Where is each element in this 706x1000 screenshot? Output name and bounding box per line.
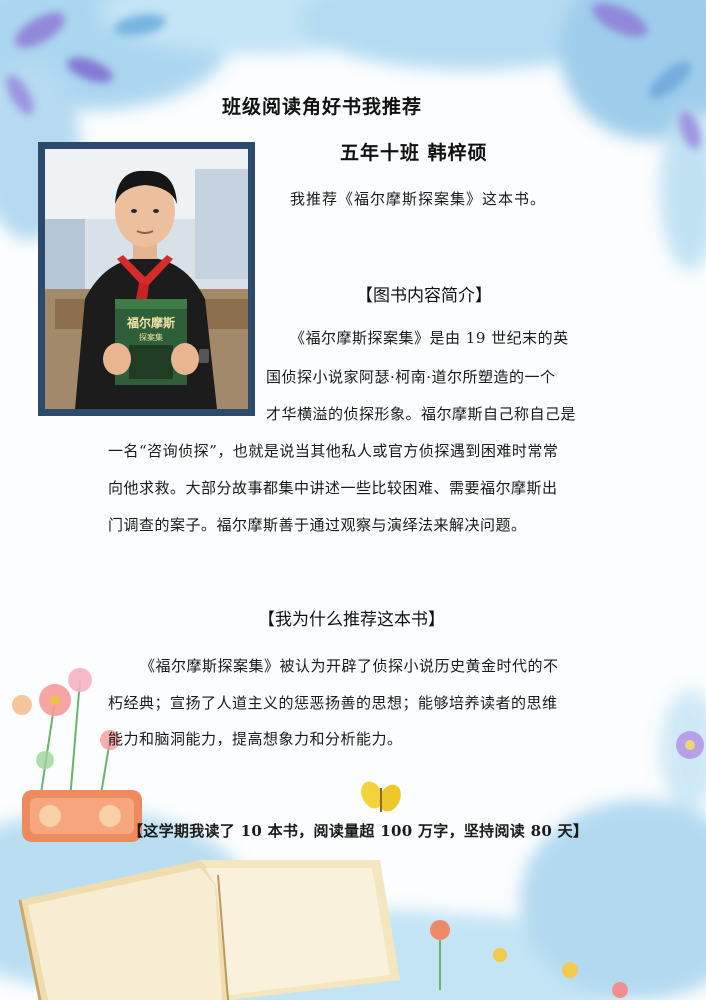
intro-line-1: 《福尔摩斯探案集》是由 19 世纪末的英 bbox=[290, 329, 569, 347]
why-line-1: 《福尔摩斯探案集》被认为开辟了侦探小说历史黄金时代的不 bbox=[140, 657, 559, 675]
reading-stats: 【这学期我读了 10 本书，阅读量超 100 万字，坚持阅读 80 天】 bbox=[128, 822, 589, 840]
why-line-2: 朽经典；宣扬了人道主义的惩恶扬善的思想；能够培养读者的思维 bbox=[108, 694, 558, 712]
why-line-3: 能力和脑洞能力，提高想象力和分析能力。 bbox=[108, 730, 403, 748]
intro-line-5: 向他求救。大部分故事都集中讲述一些比较困难、需要福尔摩斯出 bbox=[108, 479, 558, 497]
book-cover-title: 福尔摩斯 bbox=[126, 315, 175, 330]
intro-line-3: 才华横溢的侦探形象。福尔摩斯自己称自己是 bbox=[266, 405, 577, 423]
student-photo: 福尔摩斯 探案集 bbox=[38, 142, 255, 416]
intro-line-2: 国侦探小说家阿瑟·柯南·道尔所塑造的一个 bbox=[266, 368, 556, 386]
recommend-sentence: 我推荐《福尔摩斯探案集》这本书。 bbox=[290, 190, 547, 208]
student-photo-illustration: 福尔摩斯 探案集 bbox=[45, 149, 248, 409]
intro-line-4: 一名“咨询侦探”，也就是说当其他私人或官方侦探遇到困难时常常 bbox=[108, 442, 559, 460]
section-heading-intro: 【图书内容简介】 bbox=[356, 286, 492, 306]
page-title: 班级阅读角好书我推荐 bbox=[222, 96, 423, 118]
section-heading-why: 【我为什么推荐这本书】 bbox=[258, 610, 445, 630]
book-cover-subtitle: 探案集 bbox=[139, 332, 163, 342]
intro-line-6: 门调查的案子。福尔摩斯善于通过观察与演绎法来解决问题。 bbox=[108, 516, 527, 534]
author-line: 五年十班 韩梓硕 bbox=[340, 142, 488, 164]
